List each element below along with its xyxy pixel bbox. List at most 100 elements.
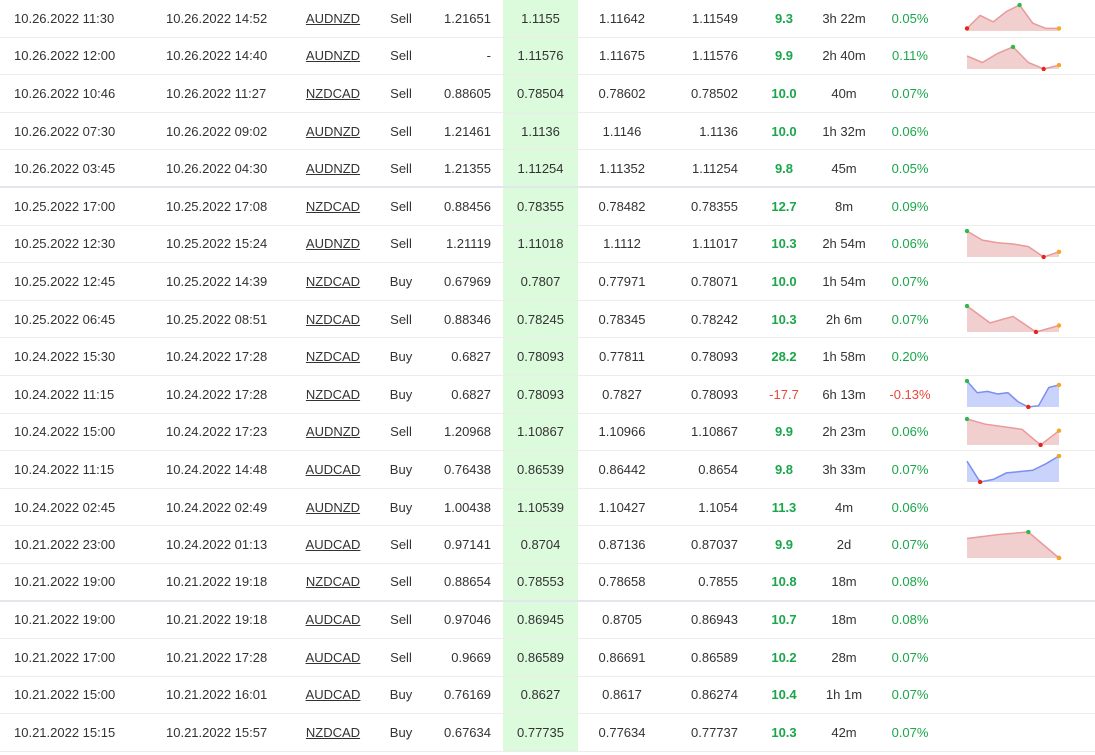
sparkline-min-marker (964, 26, 970, 31)
symbol-link[interactable]: AUDNZD (306, 48, 360, 63)
table-row: 10.25.2022 12:30 10.25.2022 15:24 AUDNZD Se… (0, 225, 1095, 264)
close-price: 1.11576 (503, 37, 578, 75)
sparkline-max-marker (964, 304, 970, 309)
open-time: 10.25.2022 12:30 (14, 236, 116, 252)
close-price: 1.11254 (503, 150, 578, 186)
duration: 8m (834, 198, 854, 214)
duration: 2h 40m (822, 48, 866, 64)
close-price: 0.86945 (503, 601, 578, 639)
stop-loss: 0.87136 (598, 537, 646, 553)
pips-value: 10.4 (771, 687, 797, 703)
symbol-link[interactable]: NZDCAD (306, 312, 360, 327)
symbol-cell: NZDCAD (292, 301, 374, 338)
symbol-link[interactable]: NZDCAD (306, 274, 360, 289)
symbol-cell: NZDCAD (292, 188, 374, 225)
stop-loss: 0.8617 (602, 687, 642, 703)
symbol-link[interactable]: NZDCAD (306, 725, 360, 740)
take-profit: 0.7855 (698, 574, 738, 590)
table-row: 10.21.2022 19:00 10.21.2022 19:18 NZDCAD Se… (0, 563, 1095, 602)
profit-percent: 0.06% (891, 499, 929, 515)
take-profit: 1.11576 (691, 48, 738, 64)
sparkline-cell (964, 489, 1068, 526)
profit-percent: 0.11% (892, 48, 928, 64)
symbol-cell: AUDCAD (292, 526, 374, 563)
profit-percent: 0.06% (891, 424, 929, 440)
sparkline-max-marker (964, 416, 970, 422)
close-time: 10.24.2022 02:49 (166, 499, 268, 515)
sparkline-area (967, 456, 1059, 483)
symbol-link[interactable]: AUDCAD (306, 612, 361, 627)
open-price: 1.21461 (444, 123, 491, 139)
take-profit: 0.78093 (691, 386, 738, 402)
open-price: 0.88605 (444, 85, 491, 101)
close-time: 10.26.2022 14:40 (166, 48, 268, 64)
open-time: 10.26.2022 07:30 (14, 123, 116, 139)
sparkline-cell (964, 38, 1068, 75)
pips-value: 9.3 (774, 10, 794, 26)
trade-type: Buy (389, 386, 413, 402)
profit-percent: 0.07% (891, 725, 929, 741)
trade-type: Buy (389, 687, 413, 703)
sparkline-chart (966, 454, 1062, 485)
open-price: 1.00438 (444, 499, 491, 515)
symbol-link[interactable]: AUDNZD (306, 236, 360, 251)
close-time: 10.21.2022 19:18 (166, 574, 268, 590)
symbol-link[interactable]: NZDCAD (306, 387, 360, 402)
open-time: 10.21.2022 15:15 (14, 725, 116, 741)
symbol-link[interactable]: NZDCAD (306, 199, 360, 214)
sparkline-end-marker (1056, 323, 1062, 328)
close-time: 10.24.2022 17:28 (166, 349, 268, 365)
table-row: 10.26.2022 10:46 10.26.2022 11:27 NZDCAD Se… (0, 75, 1095, 113)
open-time: 10.24.2022 11:15 (14, 461, 115, 477)
stop-loss: 1.11642 (598, 10, 646, 26)
symbol-link[interactable]: AUDNZD (306, 500, 360, 515)
stop-loss: 0.77811 (598, 349, 646, 365)
sparkline-cell (964, 414, 1068, 451)
symbol-link[interactable]: NZDCAD (306, 349, 360, 364)
open-price: 1.20968 (444, 424, 491, 440)
pips-value: 10.3 (771, 311, 797, 327)
table-row: 10.25.2022 17:00 10.25.2022 17:08 NZDCAD Se… (0, 187, 1095, 226)
symbol-link[interactable]: AUDCAD (306, 537, 361, 552)
close-time: 10.24.2022 17:28 (166, 386, 268, 402)
profit-percent: 0.07% (891, 687, 929, 703)
stop-loss: 0.86691 (598, 649, 646, 665)
trade-type: Buy (389, 461, 413, 477)
sparkline-cell (964, 113, 1068, 150)
trade-type: Sell (390, 48, 412, 64)
symbol-cell: NZDCAD (292, 338, 374, 375)
duration: 1h 54m (822, 273, 866, 289)
symbol-link[interactable]: AUDNZD (306, 424, 360, 439)
take-profit: 1.1054 (698, 499, 738, 515)
pips-value: 9.9 (774, 537, 794, 553)
symbol-link[interactable]: NZDCAD (306, 86, 360, 101)
sparkline-max-marker (1017, 3, 1022, 8)
symbol-link[interactable]: AUDNZD (306, 11, 360, 26)
symbol-link[interactable]: AUDCAD (306, 462, 361, 477)
symbol-cell: NZDCAD (292, 714, 374, 751)
trade-type: Sell (390, 537, 412, 553)
pips-value: 10.0 (771, 85, 797, 101)
symbol-link[interactable]: AUDNZD (306, 161, 360, 176)
symbol-link[interactable]: AUDNZD (306, 124, 360, 139)
close-time: 10.21.2022 17:28 (166, 649, 268, 665)
close-time: 10.26.2022 04:30 (166, 160, 268, 176)
profit-percent: 0.05% (891, 160, 929, 176)
symbol-link[interactable]: NZDCAD (306, 574, 360, 589)
symbol-link[interactable]: AUDCAD (306, 650, 361, 665)
stop-loss: 0.78658 (598, 574, 646, 590)
stop-loss: 0.86442 (598, 461, 646, 477)
table-row: 10.24.2022 11:15 10.24.2022 14:48 AUDCAD Bu… (0, 451, 1095, 489)
take-profit: 0.78355 (691, 198, 738, 214)
close-price: 0.78553 (503, 563, 578, 600)
duration: 3h 22m (822, 10, 866, 26)
trade-type: Sell (390, 85, 412, 101)
open-price: 0.6827 (451, 349, 491, 365)
stop-loss: 0.78345 (598, 311, 646, 327)
sparkline-area (967, 531, 1059, 558)
duration: 6h 13m (822, 386, 866, 402)
take-profit: 1.11017 (691, 236, 738, 252)
open-time: 10.21.2022 23:00 (14, 537, 116, 553)
open-time: 10.24.2022 15:00 (14, 424, 116, 440)
symbol-link[interactable]: AUDCAD (306, 687, 361, 702)
